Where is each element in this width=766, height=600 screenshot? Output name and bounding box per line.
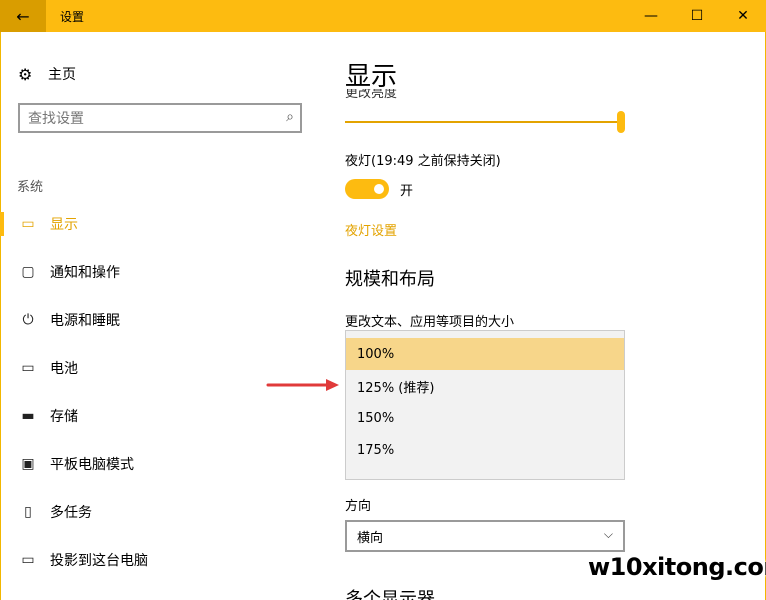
search-placeholder: 查找设置 (28, 111, 84, 127)
close-button[interactable]: ✕ (720, 0, 766, 32)
scale-option-125[interactable]: 125% (推荐) (346, 370, 624, 402)
scale-label: 更改文本、应用等项目的大小 (345, 315, 515, 330)
sidebar-item-label: 显示 (50, 217, 78, 233)
search-icon: ⌕ (286, 109, 294, 125)
minimize-icon: — (644, 8, 658, 24)
minimize-button[interactable]: — (628, 0, 674, 32)
window-controls: — ☐ ✕ (628, 0, 766, 32)
night-light-settings-link[interactable]: 夜灯设置 (345, 220, 397, 239)
sidebar-item-label: 平板电脑模式 (50, 457, 134, 473)
sidebar-item-multitasking[interactable]: ▯ 多任务 (0, 495, 320, 529)
sidebar-item-power[interactable]: ⏻ 电源和睡眠 (0, 303, 320, 337)
scale-option-175[interactable]: 175% (346, 434, 624, 466)
toggle-state-label: 开 (400, 184, 414, 199)
maximize-button[interactable]: ☐ (674, 0, 720, 32)
sidebar-item-label: 电源和睡眠 (50, 313, 120, 329)
projector-icon: ▭ (21, 552, 35, 568)
orientation-value: 横向 (357, 530, 384, 546)
sidebar-item-label: 通知和操作 (50, 265, 120, 281)
sidebar-item-projecting[interactable]: ▭ 投影到这台电脑 (0, 543, 320, 577)
night-light-label: 夜灯(19:49 之前保持关闭) (345, 154, 501, 169)
active-indicator (0, 212, 4, 236)
home-label: 主页 (48, 67, 76, 83)
orientation-select[interactable]: 横向 ⌵ (345, 520, 625, 552)
maximize-icon: ☐ (690, 8, 704, 24)
close-icon: ✕ (737, 8, 749, 24)
brightness-label: 更改亮度 (345, 89, 398, 99)
sidebar-item-tablet-mode[interactable]: ▣ 平板电脑模式 (0, 447, 320, 481)
notification-icon: ▢ (21, 264, 35, 280)
scale-layout-heading: 规模和布局 (345, 269, 435, 290)
gear-icon: ⚙ (18, 64, 33, 84)
brightness-slider-thumb[interactable] (617, 111, 625, 133)
multiple-displays-heading: 多个显示器 (345, 589, 435, 600)
sidebar-item-label: 投影到这台电脑 (50, 553, 148, 569)
chevron-down-icon: ⌵ (603, 527, 613, 541)
storage-icon: ▬ (21, 408, 35, 424)
scale-option-100[interactable]: 100% (346, 338, 624, 370)
back-button[interactable]: ← (0, 0, 46, 32)
night-light-toggle[interactable] (345, 179, 389, 199)
sidebar-item-label: 电池 (50, 361, 78, 377)
back-arrow-icon: ← (16, 6, 30, 26)
title-bar: ← 设置 — ☐ ✕ (0, 0, 766, 32)
battery-icon: ▭ (21, 360, 35, 376)
page-title: 显示 (345, 62, 398, 92)
tablet-icon: ▣ (21, 456, 35, 472)
scale-option-150[interactable]: 150% (346, 402, 624, 434)
sidebar-item-label: 存储 (50, 409, 78, 425)
watermark-text: w10xitong.com (588, 553, 766, 581)
sidebar-item-storage[interactable]: ▬ 存储 (0, 399, 320, 433)
monitor-icon: ▭ (21, 216, 35, 232)
orientation-label: 方向 (345, 499, 372, 514)
section-label-system: 系统 (17, 180, 44, 195)
brightness-slider-track[interactable] (345, 121, 621, 123)
sidebar-item-display[interactable]: ▭ 显示 (0, 207, 320, 241)
power-icon: ⏻ (22, 312, 34, 328)
multitasking-icon: ▯ (24, 504, 32, 520)
red-arrow-annotation (266, 379, 339, 391)
scale-dropdown-list: 100% 125% (推荐) 150% 175% (345, 330, 625, 480)
sidebar-item-notifications[interactable]: ▢ 通知和操作 (0, 255, 320, 289)
search-input[interactable]: 查找设置 ⌕ (18, 103, 302, 133)
toggle-knob (374, 184, 384, 194)
home-link[interactable]: ⚙ 主页 (18, 64, 76, 84)
window-title: 设置 (60, 9, 85, 24)
sidebar-item-label: 多任务 (50, 505, 92, 521)
